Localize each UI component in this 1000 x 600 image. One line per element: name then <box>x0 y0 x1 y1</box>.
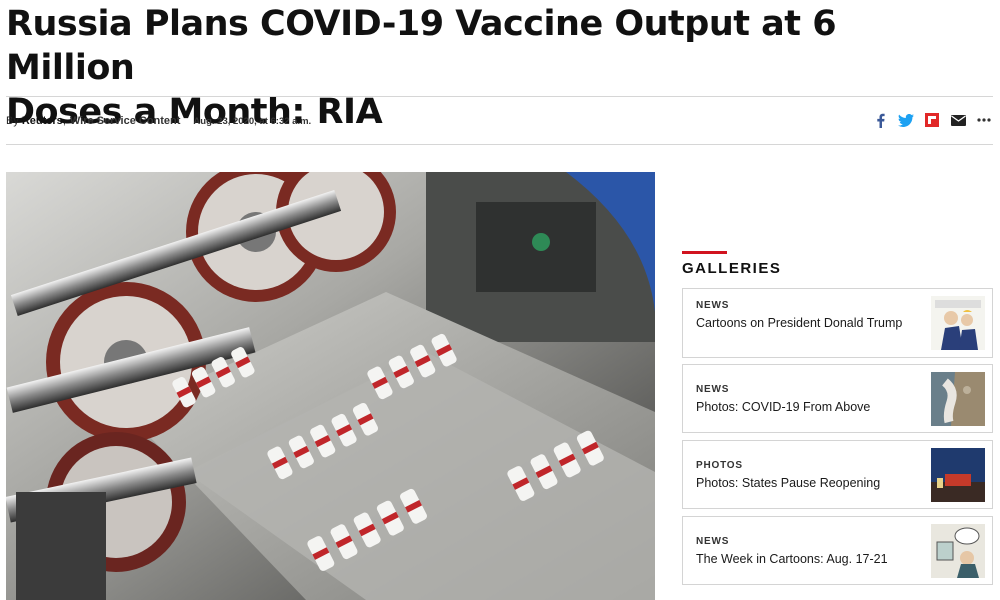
byline-organization[interactable]: Wire Service Content <box>70 115 181 127</box>
facebook-icon[interactable] <box>872 112 888 128</box>
gallery-kicker: NEWS <box>696 384 730 395</box>
gallery-card[interactable]: NEWS Cartoons on President Donald Trump <box>682 288 993 358</box>
more-icon[interactable] <box>976 112 992 128</box>
byline: By Reuters, Wire Service Content Aug. 23… <box>6 113 311 129</box>
gallery-card[interactable]: NEWS The Week in Cartoons: Aug. 17-21 <box>682 516 993 585</box>
gallery-thumbnail[interactable] <box>931 448 985 502</box>
byline-prefix: By <box>6 115 19 127</box>
publish-date: Aug. 23, 2020, at 6:32 a.m. <box>193 115 312 127</box>
gallery-thumbnail[interactable] <box>931 524 985 578</box>
gallery-kicker: NEWS <box>696 300 730 311</box>
headline-line-1: Russia Plans COVID-19 Vaccine Output at … <box>6 4 837 88</box>
gallery-title[interactable]: The Week in Cartoons: Aug. 17-21 <box>696 551 906 568</box>
gallery-card[interactable]: PHOTOS Photos: States Pause Reopening <box>682 440 993 509</box>
gallery-kicker: NEWS <box>696 536 730 547</box>
byline-separator: , <box>62 115 66 127</box>
email-icon[interactable] <box>950 112 966 128</box>
gallery-title[interactable]: Photos: COVID-19 From Above <box>696 399 906 416</box>
flipboard-icon[interactable] <box>924 112 940 128</box>
gallery-thumbnail[interactable] <box>931 296 985 350</box>
divider-top <box>6 96 993 97</box>
article-lead-image <box>6 172 655 600</box>
byline-author[interactable]: Reuters <box>22 115 63 127</box>
gallery-title[interactable]: Photos: States Pause Reopening <box>696 475 906 492</box>
galleries-heading: GALLERIES <box>682 260 782 277</box>
gallery-kicker: PHOTOS <box>696 460 743 471</box>
divider-bottom <box>6 144 993 145</box>
galleries-section: GALLERIES <box>682 251 993 277</box>
section-accent-bar <box>682 251 727 254</box>
gallery-thumbnail[interactable] <box>931 372 985 426</box>
twitter-icon[interactable] <box>898 112 914 128</box>
gallery-card[interactable]: NEWS Photos: COVID-19 From Above <box>682 364 993 433</box>
share-bar <box>872 112 992 128</box>
gallery-title[interactable]: Cartoons on President Donald Trump <box>696 315 906 332</box>
